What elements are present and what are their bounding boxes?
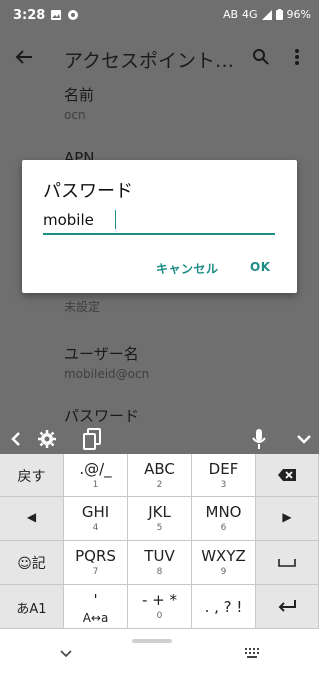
setting-summary: ocn bbox=[64, 108, 86, 122]
key-punct[interactable]: . , ? ! bbox=[192, 585, 256, 629]
backspace-icon bbox=[278, 469, 296, 481]
key-8[interactable]: TUV 8 bbox=[128, 541, 192, 585]
key-label: DEF bbox=[208, 460, 239, 478]
key-label: . , ? ! bbox=[204, 598, 243, 616]
key-label: あA1 bbox=[16, 602, 47, 617]
more-vert-icon[interactable] bbox=[294, 48, 300, 66]
key-sub: 7 bbox=[92, 567, 99, 577]
chrome-notification-icon bbox=[68, 10, 78, 20]
cursor-left-key[interactable]: ◀ bbox=[0, 497, 64, 541]
key-sub: A↔a bbox=[82, 611, 109, 625]
key-label: PQRS bbox=[75, 547, 116, 565]
key-case[interactable]: ' A↔a bbox=[64, 585, 128, 629]
status-time: 3:28 bbox=[13, 8, 46, 23]
setting-title: パスワード bbox=[64, 407, 140, 425]
home-pill[interactable] bbox=[132, 639, 172, 643]
status-bar: 3:28 AB 4G 96% bbox=[0, 0, 319, 32]
chevron-down-icon[interactable] bbox=[60, 650, 72, 658]
input-mode-key[interactable]: あA1 bbox=[0, 585, 64, 629]
key-4[interactable]: GHI 4 bbox=[64, 497, 128, 541]
key-0[interactable]: - + * 0 bbox=[128, 585, 192, 629]
setting-name[interactable]: 名前 ocn bbox=[64, 84, 94, 122]
cancel-button[interactable]: キャンセル bbox=[156, 260, 219, 277]
key-sub: 6 bbox=[220, 523, 227, 533]
key-9[interactable]: WXYZ 9 bbox=[192, 541, 256, 585]
key-label: ◀ bbox=[26, 510, 37, 524]
emoji-symbol-key[interactable]: ☺記 bbox=[0, 541, 64, 585]
setting-password[interactable]: パスワード bbox=[64, 405, 139, 426]
key-label: 戻す bbox=[17, 469, 46, 485]
backspace-key[interactable] bbox=[256, 454, 319, 497]
key-7[interactable]: PQRS 7 bbox=[64, 541, 128, 585]
ok-button[interactable]: OK bbox=[250, 260, 271, 274]
key-2[interactable]: ABC 2 bbox=[128, 454, 192, 497]
key-label: ▶ bbox=[282, 510, 292, 524]
key-label: - + * bbox=[141, 591, 178, 609]
key-sub: 0 bbox=[156, 611, 163, 621]
key-sub: 4 bbox=[92, 523, 99, 533]
search-icon[interactable] bbox=[252, 48, 270, 66]
setting-unset[interactable]: 未設定 bbox=[64, 295, 100, 315]
key-3[interactable]: DEF 3 bbox=[192, 454, 256, 497]
key-sub: 3 bbox=[220, 480, 227, 490]
battery-icon bbox=[275, 9, 283, 20]
app-bar: アクセスポイント… bbox=[0, 32, 319, 82]
nav-bar bbox=[0, 629, 319, 675]
key-sub: 5 bbox=[156, 523, 163, 533]
chevron-left-icon[interactable] bbox=[10, 431, 22, 447]
keyboard-toolbar bbox=[0, 424, 319, 454]
clipboard-icon[interactable] bbox=[83, 428, 101, 450]
setting-summary: mobileid@ocn bbox=[64, 367, 150, 381]
key-label: GHI bbox=[81, 503, 110, 521]
setting-title: ユーザー名 bbox=[64, 345, 139, 363]
arrow-left-icon[interactable] bbox=[14, 47, 34, 67]
cursor-right-key[interactable]: ▶ bbox=[256, 497, 319, 541]
setting-summary: 未設定 bbox=[64, 300, 101, 314]
page-title: アクセスポイント… bbox=[64, 50, 235, 72]
key-label: ' bbox=[93, 591, 98, 609]
key-label: .@/_ bbox=[79, 460, 112, 478]
mic-icon[interactable] bbox=[252, 428, 266, 450]
network-label: AB bbox=[222, 8, 239, 21]
key-sub: 2 bbox=[156, 480, 163, 490]
password-dialog: パスワード キャンセル OK bbox=[22, 160, 297, 293]
keyboard: 戻す .@/_ 1 ABC 2 DEF 3 ◀ GHI 4 JKL 5 MNO 6 ▶ ☺記… bbox=[0, 454, 319, 629]
enter-icon bbox=[278, 600, 296, 612]
chevron-down-icon[interactable] bbox=[296, 433, 312, 445]
key-6[interactable]: MNO 6 bbox=[192, 497, 256, 541]
space-key[interactable] bbox=[256, 541, 319, 585]
signal-label: 4G bbox=[242, 8, 258, 21]
enter-key[interactable] bbox=[256, 585, 319, 629]
text-caret bbox=[115, 210, 116, 229]
key-label: MNO bbox=[205, 503, 242, 521]
key-sub: 1 bbox=[92, 480, 99, 490]
setting-username[interactable]: ユーザー名 mobileid@ocn bbox=[64, 343, 149, 381]
image-notification-icon bbox=[51, 10, 61, 20]
password-input[interactable] bbox=[43, 207, 275, 235]
key-label: JKL bbox=[148, 503, 171, 521]
key-sub: 8 bbox=[156, 567, 163, 577]
signal-icon bbox=[261, 9, 272, 20]
battery-label: 96% bbox=[286, 8, 311, 21]
dialog-title: パスワード bbox=[43, 181, 133, 202]
gear-icon[interactable] bbox=[37, 429, 57, 449]
key-5[interactable]: JKL 5 bbox=[128, 497, 192, 541]
space-icon bbox=[278, 559, 296, 567]
undo-key[interactable]: 戻す bbox=[0, 454, 64, 497]
key-1[interactable]: .@/_ 1 bbox=[64, 454, 128, 497]
key-sub: 9 bbox=[220, 567, 227, 577]
key-label: ABC bbox=[144, 460, 175, 478]
key-label: ☺記 bbox=[17, 556, 46, 572]
status-indicators: AB 4G 96% bbox=[223, 8, 311, 21]
key-label: TUV bbox=[144, 547, 175, 565]
keyboard-switch-icon[interactable] bbox=[244, 647, 260, 659]
setting-title: 名前 bbox=[64, 86, 95, 104]
key-label: WXYZ bbox=[201, 547, 246, 565]
